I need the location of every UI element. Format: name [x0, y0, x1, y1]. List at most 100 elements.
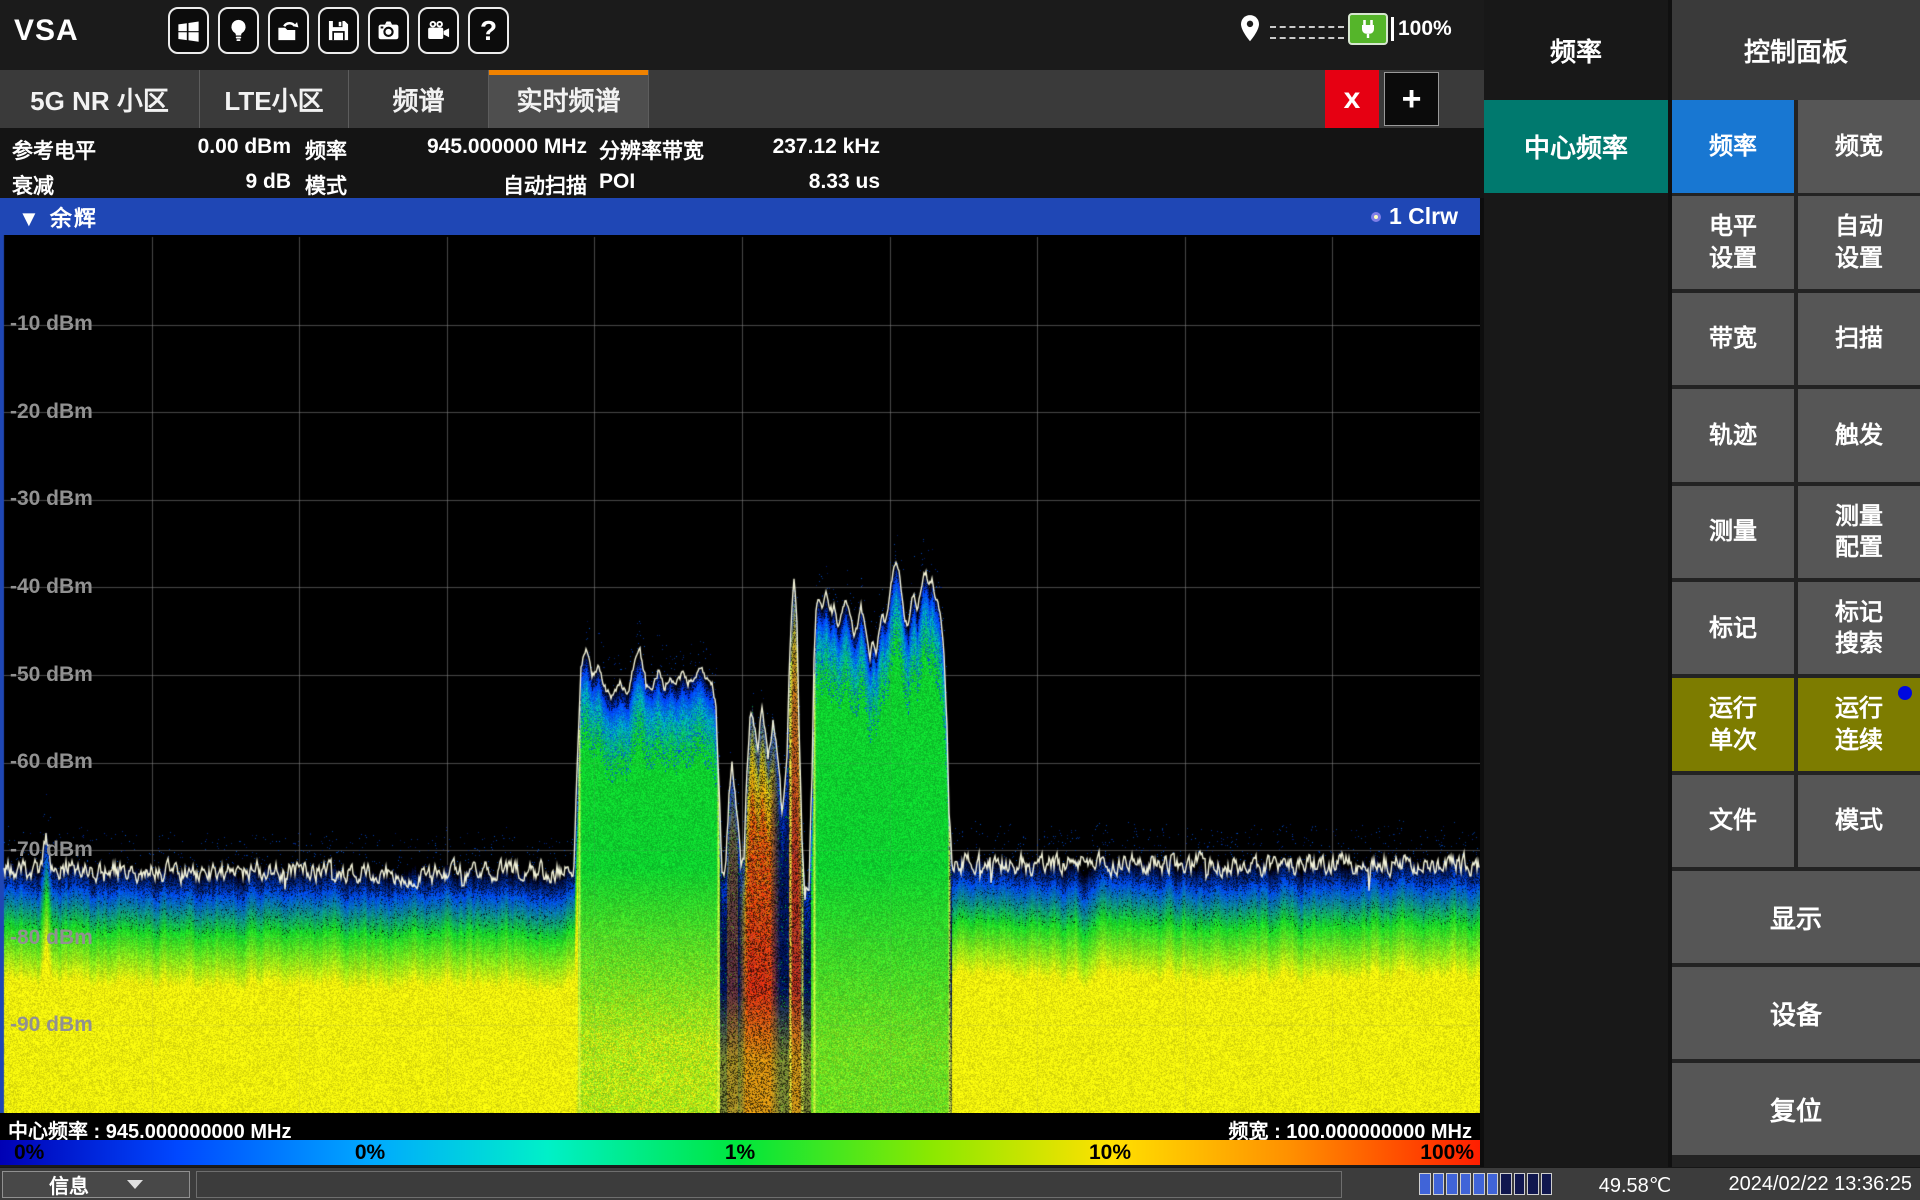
panel-button-display[interactable]: 显示	[1672, 871, 1920, 963]
y-tick-label: -40 dBm	[10, 575, 93, 599]
meter-segment	[1514, 1173, 1526, 1195]
y-tick-label: -10 dBm	[10, 312, 93, 336]
scale-label: 10%	[1089, 1141, 1131, 1165]
y-tick-label: -50 dBm	[10, 663, 93, 687]
panel-button-marker-search[interactable]: 标记 搜索	[1798, 582, 1920, 675]
panel-button-file[interactable]: 文件	[1672, 775, 1794, 868]
close-tab-button[interactable]: x	[1325, 70, 1379, 128]
battery-percent: 100%	[1398, 17, 1452, 41]
panel-button-level-setup[interactable]: 电平 设置	[1672, 196, 1794, 289]
y-tick-label: -30 dBm	[10, 487, 93, 511]
battery-level-bar	[1391, 17, 1394, 41]
status-message-field	[196, 1171, 1342, 1198]
attenuation-label: 衰减	[12, 170, 162, 200]
scale-label: 100%	[1420, 1141, 1474, 1165]
panel-button-trace[interactable]: 轨迹	[1672, 389, 1794, 482]
y-tick-label: -20 dBm	[10, 400, 93, 424]
power-plug-icon	[1348, 13, 1388, 45]
save-icon[interactable]	[318, 7, 359, 54]
control-button-grid: 频率 频宽 电平 设置 自动 设置 带宽 扫描 轨迹 触发 测量 测量 配置 标…	[1672, 100, 1920, 867]
spectrum-chart: -10 dBm -20 dBm -30 dBm -40 dBm -50 dBm …	[0, 235, 1480, 1113]
spectrum-canvas[interactable]	[0, 235, 1480, 1113]
mode-value[interactable]: 自动扫描	[380, 170, 587, 200]
y-tick-label: -70 dBm	[10, 838, 93, 862]
info-dropdown[interactable]: 信息	[2, 1171, 190, 1198]
panel-button-marker[interactable]: 标记	[1672, 582, 1794, 675]
panel-button-run-single[interactable]: 运行 单次	[1672, 678, 1794, 771]
meter-segment	[1460, 1173, 1472, 1195]
status-bar: 信息 49.58℃ 2024/02/22 13:36:25	[0, 1167, 1920, 1200]
meter-segment	[1541, 1173, 1553, 1195]
panel-button-span[interactable]: 频宽	[1798, 100, 1920, 193]
power-status: 100%	[1348, 13, 1452, 45]
gps-status	[1238, 14, 1344, 49]
meter-segment	[1419, 1173, 1431, 1195]
chart-footer: 中心频率 : 945.000000000 MHz 频宽 : 100.000000…	[0, 1113, 1480, 1140]
panel-button-mode[interactable]: 模式	[1798, 775, 1920, 868]
vsa-application-window: VSA ?	[0, 0, 1920, 1200]
app-logo: VSA	[14, 14, 79, 48]
tab-spectrum[interactable]: 频谱	[349, 70, 489, 128]
trace-badge-label: 1 Clrw	[1389, 203, 1458, 230]
meter-segment	[1473, 1173, 1485, 1195]
panel-button-auto-setup[interactable]: 自动 设置	[1798, 196, 1920, 289]
trace-badge[interactable]: 1 Clrw	[1371, 203, 1458, 230]
frequency-value[interactable]: 945.000000 MHz	[380, 135, 587, 159]
tab-lte-cell[interactable]: LTE小区	[200, 70, 349, 128]
light-bulb-icon[interactable]	[218, 7, 259, 54]
meter-segment	[1433, 1173, 1445, 1195]
tab-realtime-spectrum[interactable]: 实时频谱	[489, 70, 649, 128]
trace-marker-icon	[1371, 212, 1381, 222]
top-bar: VSA ?	[0, 0, 1484, 70]
add-tab-button[interactable]: +	[1384, 72, 1439, 126]
help-icon[interactable]: ?	[468, 7, 509, 54]
running-indicator-dot	[1898, 686, 1912, 700]
control-panel-title: 控制面板	[1672, 0, 1920, 100]
ref-level-label: 参考电平	[12, 135, 162, 165]
measurement-settings-bar: 参考电平 0.00 dBm 频率 945.000000 MHz 分辨率带宽 23…	[0, 128, 1484, 198]
tab-5g-nr-cell[interactable]: 5G NR 小区	[0, 70, 200, 128]
frequency-submenu-panel: 频率 中心频率	[1484, 0, 1668, 1167]
panel-button-measure[interactable]: 测量	[1672, 486, 1794, 579]
tab-bar: 5G NR 小区 LTE小区 频谱 实时频谱 x +	[0, 70, 1484, 128]
meter-segment	[1446, 1173, 1458, 1195]
trace-window-header[interactable]: ▼ 余辉 1 Clrw	[0, 198, 1480, 235]
location-pin-icon	[1238, 14, 1262, 49]
poi-value[interactable]: 8.33 us	[700, 170, 880, 194]
density-color-scale: 0% 0% 1% 10% 100%	[0, 1140, 1480, 1165]
panel-button-bandwidth[interactable]: 带宽	[1672, 293, 1794, 386]
scale-label: 0%	[355, 1141, 385, 1165]
trace-window-title: 余辉	[50, 206, 98, 231]
scale-label: 1%	[725, 1141, 755, 1165]
toolbar: ?	[168, 7, 509, 54]
panel-button-trigger[interactable]: 触发	[1798, 389, 1920, 482]
y-tick-label: -60 dBm	[10, 750, 93, 774]
level-meter	[1419, 1173, 1552, 1195]
open-folder-icon[interactable]	[268, 7, 309, 54]
record-video-icon[interactable]	[418, 7, 459, 54]
rbw-value[interactable]: 237.12 kHz	[700, 135, 880, 159]
meter-segment	[1527, 1173, 1539, 1195]
panel-button-frequency[interactable]: 频率	[1672, 100, 1794, 193]
windows-icon[interactable]	[168, 7, 209, 54]
control-panel: 控制面板 频率 频宽 电平 设置 自动 设置 带宽 扫描 轨迹 触发 测量 测量…	[1672, 0, 1920, 1167]
panel-button-measure-config[interactable]: 测量 配置	[1798, 486, 1920, 579]
meter-segment	[1487, 1173, 1499, 1195]
temperature-readout: 49.58℃	[1580, 1173, 1690, 1198]
attenuation-value[interactable]: 9 dB	[165, 170, 291, 194]
chevron-down-icon	[127, 1180, 143, 1189]
info-dropdown-label: 信息	[49, 1170, 89, 1199]
center-frequency-button[interactable]: 中心频率	[1484, 100, 1668, 193]
scale-label: 0%	[14, 1141, 44, 1165]
panel-button-reset[interactable]: 复位	[1672, 1063, 1920, 1155]
panel-button-run-continuous[interactable]: 运行 连续	[1798, 678, 1920, 771]
y-tick-label: -90 dBm	[10, 1013, 93, 1037]
ref-level-value[interactable]: 0.00 dBm	[165, 135, 291, 159]
panel-button-device[interactable]: 设备	[1672, 967, 1920, 1059]
y-tick-label: -80 dBm	[10, 926, 93, 950]
datetime-readout: 2024/02/22 13:36:25	[1728, 1173, 1912, 1196]
collapse-icon: ▼	[18, 206, 42, 231]
screenshot-camera-icon[interactable]	[368, 7, 409, 54]
panel-button-sweep[interactable]: 扫描	[1798, 293, 1920, 386]
gps-coordinates-placeholder	[1270, 24, 1344, 39]
